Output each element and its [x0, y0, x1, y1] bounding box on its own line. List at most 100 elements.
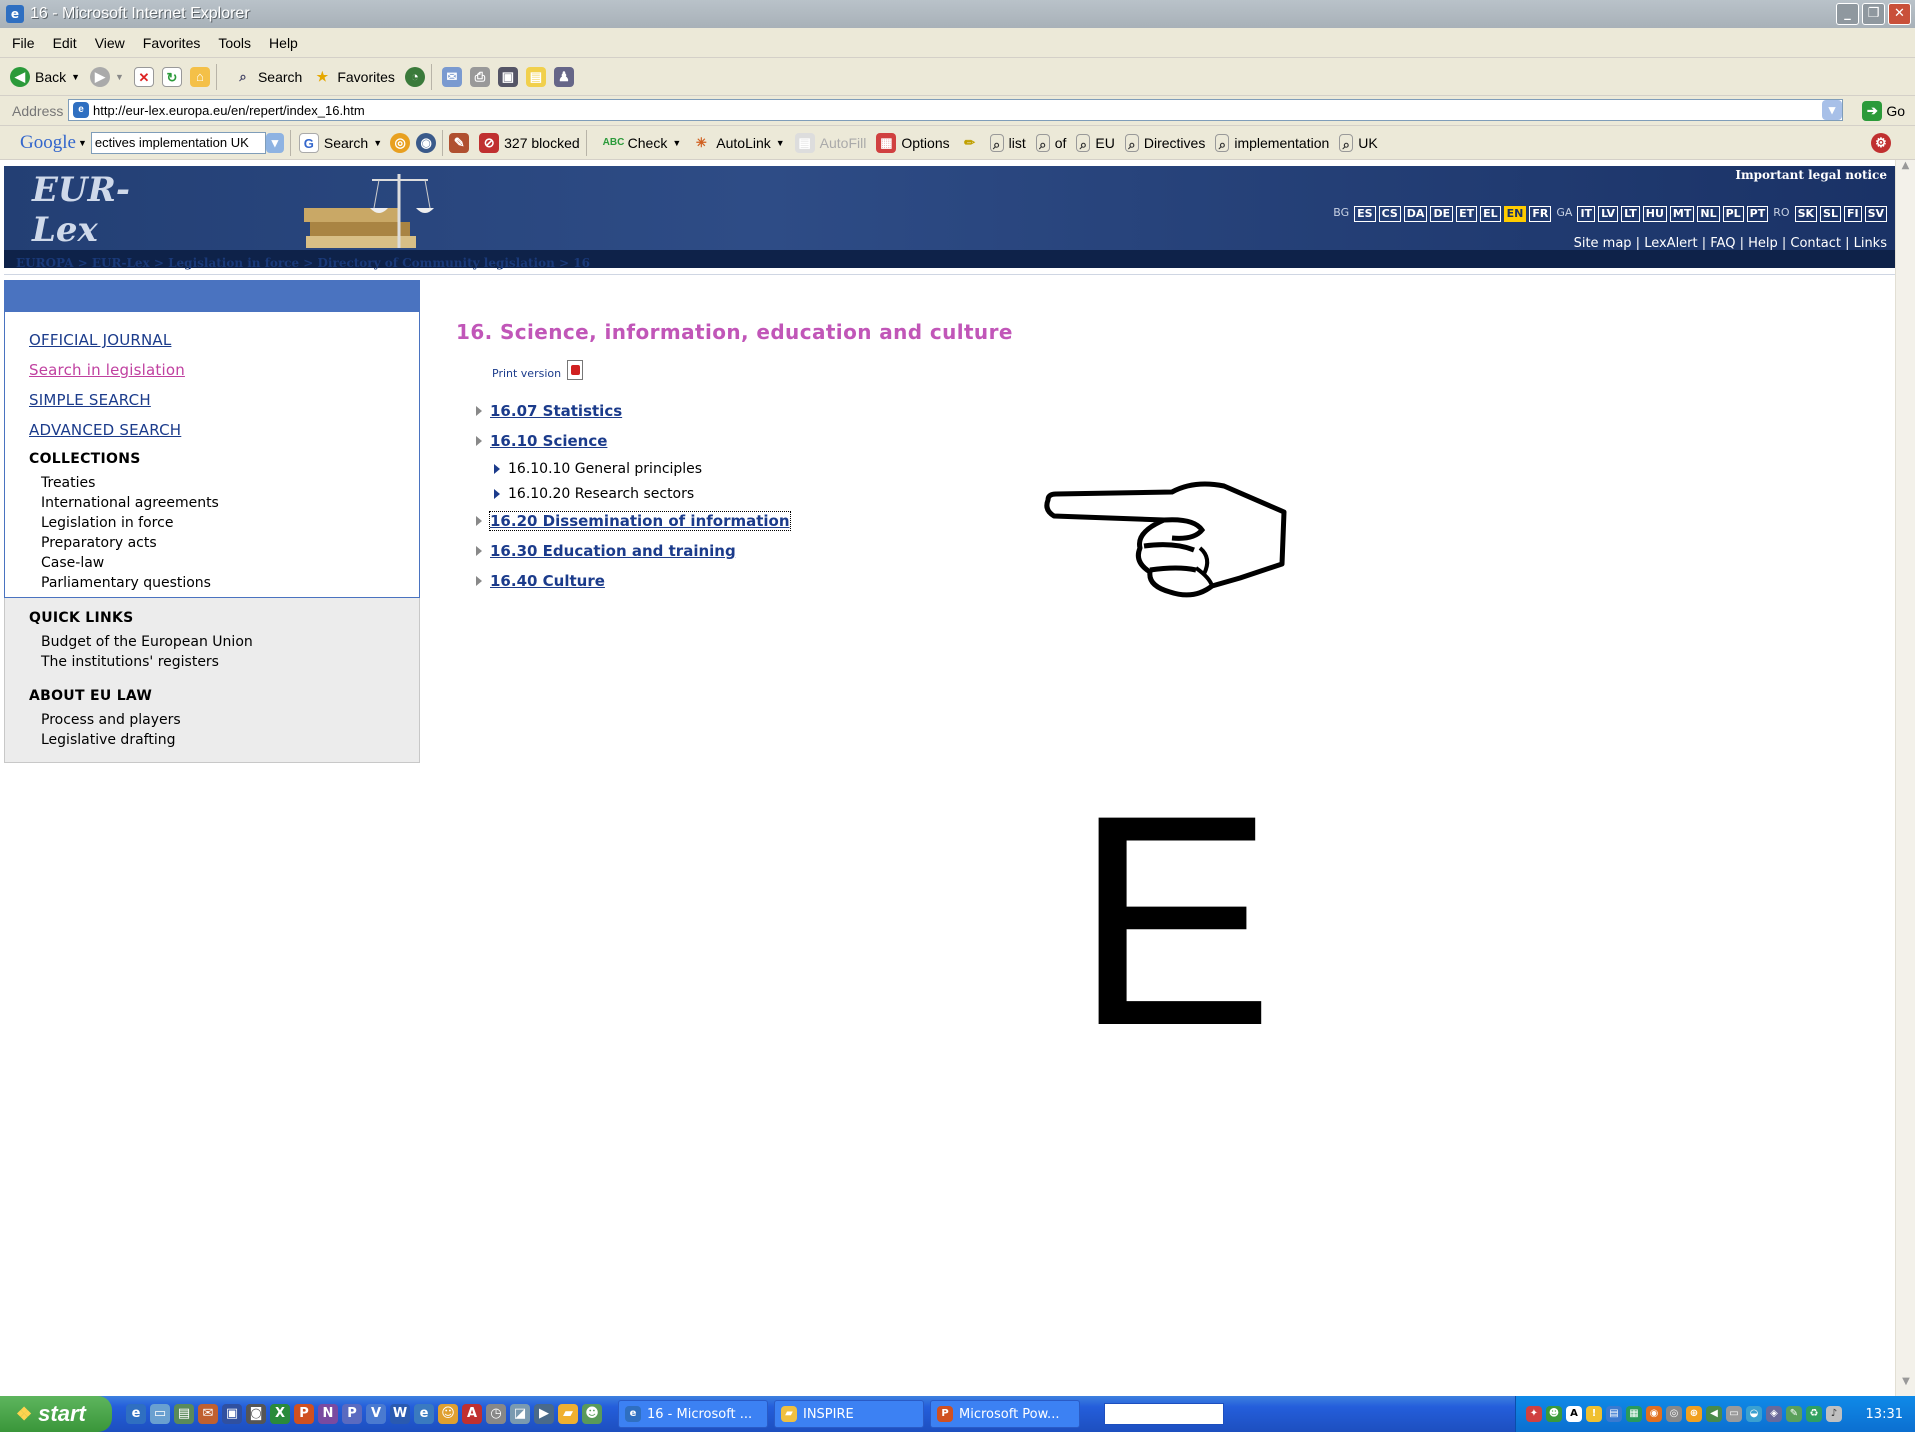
scroll-down-icon[interactable]: ▼ [1896, 1376, 1915, 1396]
quick-link-registers[interactable]: The institutions' registers [41, 652, 419, 672]
menu-edit[interactable]: Edit [53, 35, 77, 51]
chevron-down-icon[interactable]: ▾ [1822, 100, 1842, 120]
visio-icon[interactable]: V [366, 1404, 386, 1424]
start-button[interactable]: ❖ start [0, 1396, 112, 1432]
highlighter-icon[interactable]: ✏ [960, 133, 980, 153]
language-el[interactable]: EL [1480, 206, 1501, 222]
tray-icon-8[interactable]: ◎ [1666, 1406, 1682, 1422]
tray-icon-10[interactable]: ◀ [1706, 1406, 1722, 1422]
tray-icon-3[interactable]: A [1566, 1406, 1582, 1422]
tree-node[interactable]: 16.20 Dissemination of information [476, 506, 876, 536]
term-button-list[interactable]: ⌕ list [989, 133, 1026, 152]
language-sv[interactable]: SV [1864, 206, 1887, 222]
clock[interactable]: 13:31 [1866, 1407, 1903, 1422]
collection-international-agreements[interactable]: International agreements [41, 493, 419, 513]
close-button[interactable]: ✕ [1888, 3, 1911, 25]
language-es[interactable]: ES [1354, 206, 1376, 222]
app-icon[interactable]: ▣ [222, 1404, 242, 1424]
language-lt[interactable]: LT [1621, 206, 1640, 222]
top-links[interactable]: Site map | LexAlert | FAQ | Help | Conta… [1574, 236, 1887, 251]
tree-node[interactable]: 16.10 Science [476, 426, 876, 456]
messenger-icon-2[interactable]: ☺ [438, 1404, 458, 1424]
folder-icon[interactable]: ▰ [558, 1404, 578, 1424]
tray-icon-13[interactable]: ◈ [1766, 1406, 1782, 1422]
language-pt[interactable]: PT [1746, 206, 1769, 222]
edit-icon[interactable]: ▣ [497, 66, 518, 87]
term-button-uk[interactable]: ⌕ UK [1339, 133, 1378, 152]
powerpoint-icon[interactable]: P [294, 1404, 314, 1424]
tray-icon-1[interactable]: ✦ [1526, 1406, 1542, 1422]
volume-icon[interactable]: ♪ [1826, 1406, 1842, 1422]
desktop-icon[interactable]: ▭ [150, 1404, 170, 1424]
menu-favorites[interactable]: Favorites [143, 35, 201, 51]
onenote-icon[interactable]: N [318, 1404, 338, 1424]
tree-node-label[interactable]: 16.07 Statistics [490, 402, 622, 420]
tree-node[interactable]: 16.10.20 Research sectors [476, 481, 876, 506]
minimize-button[interactable]: _ [1836, 3, 1859, 25]
mail-icon[interactable]: ✉ [441, 66, 462, 87]
menu-file[interactable]: File [12, 35, 35, 51]
tray-icon-6[interactable]: ▦ [1626, 1406, 1642, 1422]
tree-node-label[interactable]: 16.10.10 General principles [508, 461, 702, 477]
term-button-of[interactable]: ⌕ of [1035, 133, 1066, 152]
breadcrumb[interactable]: EUROPA > EUR-Lex > Legislation in force … [16, 256, 590, 270]
tray-icon-15[interactable]: ♻ [1806, 1406, 1822, 1422]
tree-node-label[interactable]: 16.10 Science [490, 432, 607, 450]
popup-blocker[interactable]: ⊘ 327 blocked [479, 132, 580, 153]
refresh-icon[interactable]: ↻ [161, 66, 182, 87]
tray-icon-7[interactable]: ◉ [1646, 1406, 1662, 1422]
autolink-button[interactable]: ✳ AutoLink ▼ [691, 133, 785, 153]
collection-preparatory-acts[interactable]: Preparatory acts [41, 533, 419, 553]
messenger-icon[interactable]: ♟ [553, 66, 574, 87]
language-bg[interactable]: BG [1331, 206, 1351, 222]
clock-icon[interactable]: ◷ [486, 1404, 506, 1424]
language-en[interactable]: EN [1503, 206, 1527, 222]
about-process-players[interactable]: Process and players [41, 710, 419, 730]
language-ga[interactable]: GA [1554, 206, 1574, 222]
settings-icon[interactable]: ⚙ [1871, 133, 1891, 153]
media-icon[interactable]: ▶ [534, 1404, 554, 1424]
forward-button[interactable]: ▶ ▼ [90, 66, 124, 87]
pagerank-icon[interactable]: ◎ [390, 132, 411, 153]
print-icon[interactable]: ⎙ [469, 66, 490, 87]
google-search-input[interactable]: ectives implementation UK [90, 131, 266, 154]
language-fr[interactable]: FR [1529, 206, 1552, 222]
collection-treaties[interactable]: Treaties [41, 473, 419, 493]
tray-icon-9[interactable]: ⊕ [1686, 1406, 1702, 1422]
search-in-legislation-link[interactable]: Search in legislation [29, 361, 419, 379]
favorites-button[interactable]: ★ Favorites [312, 67, 395, 87]
language-lv[interactable]: LV [1598, 206, 1619, 222]
word-icon[interactable]: W [390, 1404, 410, 1424]
taskbar-search-box[interactable] [1104, 1403, 1224, 1425]
tree-node[interactable]: 16.10.10 General principles [476, 456, 876, 481]
home-icon[interactable]: ⌂ [189, 66, 210, 87]
tree-node-label[interactable]: 16.10.20 Research sectors [508, 486, 694, 502]
menu-tools[interactable]: Tools [218, 35, 251, 51]
outlook-icon[interactable]: ✉ [198, 1404, 218, 1424]
about-legislative-drafting[interactable]: Legislative drafting [41, 730, 419, 750]
collection-parliamentary-questions[interactable]: Parliamentary questions [41, 573, 419, 593]
tree-node[interactable]: 16.30 Education and training [476, 536, 876, 566]
tree-node-label[interactable]: 16.20 Dissemination of information [489, 511, 791, 531]
menu-view[interactable]: View [95, 35, 125, 51]
collection-case-law[interactable]: Case-law [41, 553, 419, 573]
language-da[interactable]: DA [1403, 206, 1428, 222]
language-fi[interactable]: FI [1843, 206, 1862, 222]
quick-link-budget[interactable]: Budget of the European Union [41, 632, 419, 652]
bookmark-icon[interactable]: ✎ [449, 132, 470, 153]
language-mt[interactable]: MT [1669, 206, 1695, 222]
address-input[interactable]: e http://eur-lex.europa.eu/en/repert/ind… [68, 99, 1843, 121]
language-pl[interactable]: PL [1722, 206, 1744, 222]
language-et[interactable]: ET [1456, 206, 1478, 222]
people-icon[interactable]: ☻ [582, 1404, 602, 1424]
expand-arrow-icon[interactable] [476, 406, 482, 416]
menu-help[interactable]: Help [269, 35, 298, 51]
tray-icon-14[interactable]: ✎ [1786, 1406, 1802, 1422]
expand-arrow-icon[interactable] [476, 516, 482, 526]
adobe-icon[interactable]: A [462, 1404, 482, 1424]
legal-notice-link[interactable]: Important legal notice [1735, 168, 1887, 182]
autofill-button[interactable]: ▤ AutoFill [794, 132, 866, 153]
tray-icon-2[interactable]: ☻ [1546, 1406, 1562, 1422]
task-powerpoint[interactable]: P Microsoft Pow... [930, 1400, 1080, 1428]
tray-icon-5[interactable]: ▤ [1606, 1406, 1622, 1422]
